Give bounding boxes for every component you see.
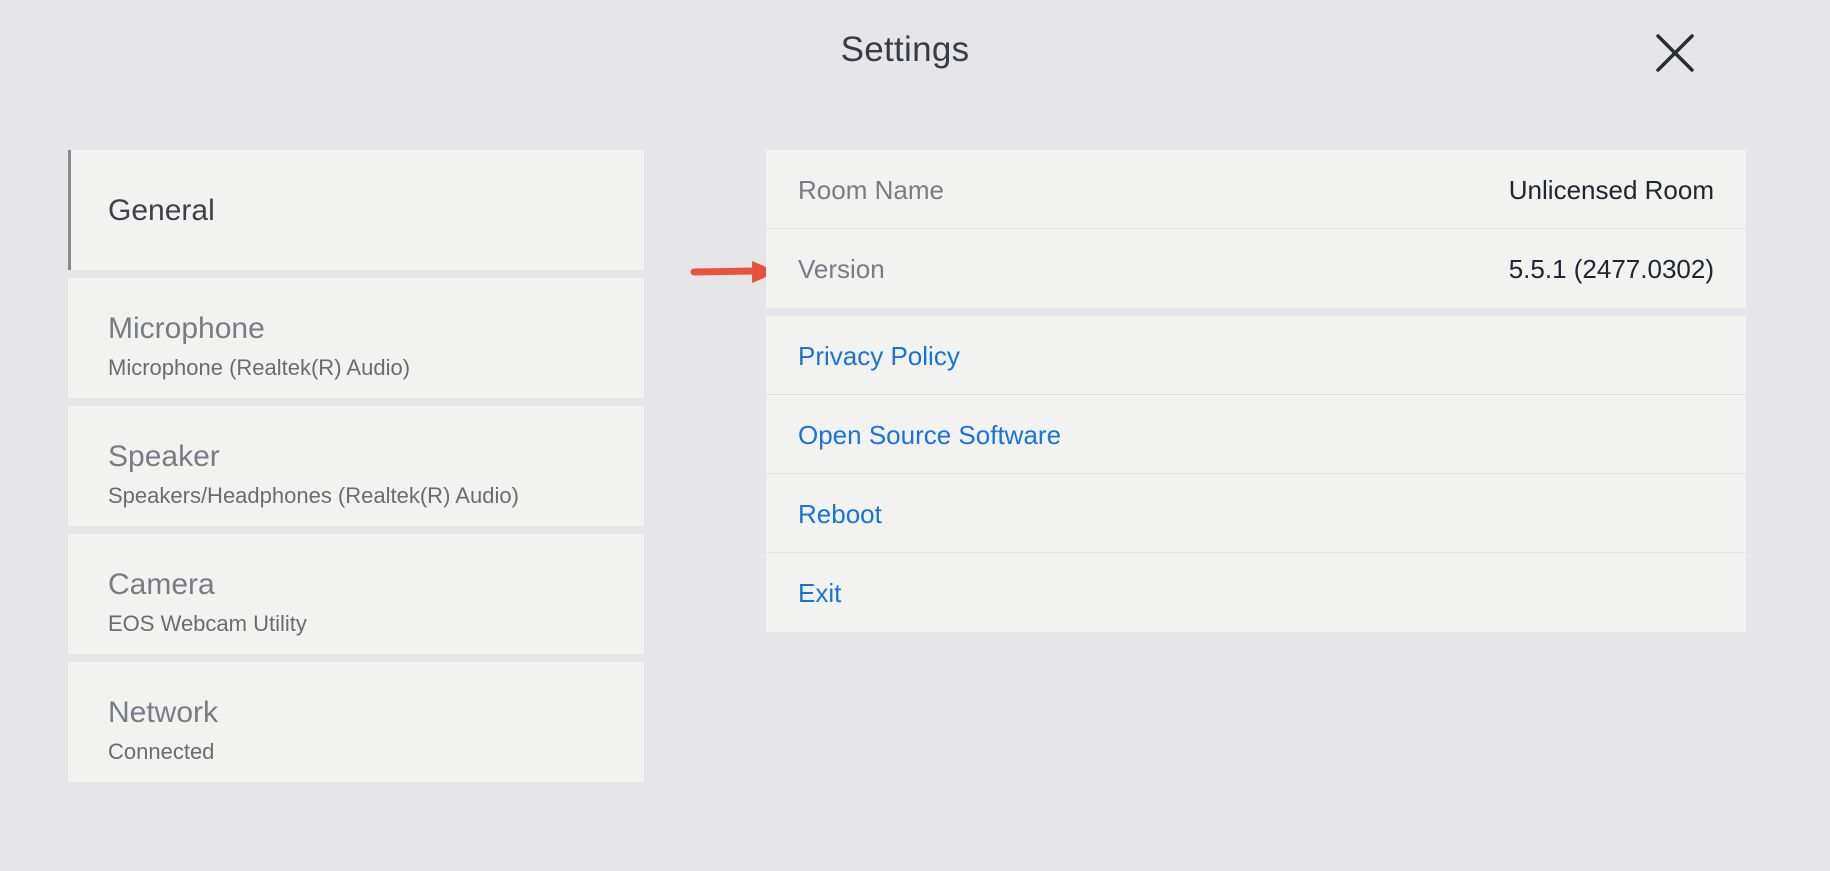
page-title: Settings <box>840 30 970 69</box>
room-name-label: Room Name <box>798 175 944 205</box>
version-value: 5.5.1 (2477.0302) <box>1508 254 1714 284</box>
close-button[interactable] <box>1648 26 1702 80</box>
sidebar-item-subtitle: Microphone (Realtek(R) Audio) <box>108 355 411 380</box>
room-name-value: Unlicensed Room <box>1508 175 1714 205</box>
settings-sidebar: General Microphone Microphone (Realtek(R… <box>68 150 644 790</box>
sidebar-item-title: General <box>108 194 215 227</box>
close-icon[interactable] <box>1648 26 1702 80</box>
sidebar-item-title: Network <box>108 696 219 729</box>
version-row: Version 5.5.1 (2477.0302) <box>766 229 1746 308</box>
sidebar-item-title: Speaker <box>108 440 220 473</box>
privacy-policy-link[interactable]: Privacy Policy <box>766 316 1746 395</box>
sidebar-item-subtitle: Connected <box>108 739 215 764</box>
sidebar-item-speaker[interactable]: Speaker Speakers/Headphones (Realtek(R) … <box>68 406 644 526</box>
sidebar-item-microphone[interactable]: Microphone Microphone (Realtek(R) Audio) <box>68 278 644 398</box>
general-links-panel: Privacy Policy Open Source Software Rebo… <box>766 316 1746 632</box>
open-source-software-label[interactable]: Open Source Software <box>798 420 1061 451</box>
sidebar-item-title: Camera <box>108 568 215 601</box>
sidebar-item-title: Microphone <box>108 312 265 345</box>
version-label: Version <box>798 254 885 284</box>
reboot-button[interactable]: Reboot <box>766 474 1746 553</box>
sidebar-item-network[interactable]: Network Connected <box>68 662 644 782</box>
general-info-panel: Room Name Unlicensed Room Version 5.5.1 … <box>766 150 1746 308</box>
room-name-row: Room Name Unlicensed Room <box>766 150 1746 229</box>
sidebar-item-general[interactable]: General <box>68 150 644 270</box>
exit-button[interactable]: Exit <box>766 553 1746 632</box>
sidebar-item-camera[interactable]: Camera EOS Webcam Utility <box>68 534 644 654</box>
reboot-label[interactable]: Reboot <box>798 499 882 530</box>
sidebar-item-subtitle: Speakers/Headphones (Realtek(R) Audio) <box>108 483 519 508</box>
sidebar-item-subtitle: EOS Webcam Utility <box>108 611 307 636</box>
exit-label[interactable]: Exit <box>798 578 841 609</box>
settings-window: Settings General Microphone Microphone (… <box>0 0 1830 871</box>
open-source-software-link[interactable]: Open Source Software <box>766 395 1746 474</box>
privacy-policy-label[interactable]: Privacy Policy <box>798 341 960 372</box>
